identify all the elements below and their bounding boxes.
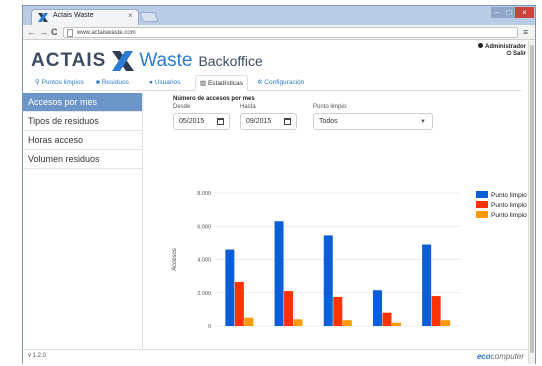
bar bbox=[333, 296, 343, 326]
browser-menu-button[interactable]: ≡ bbox=[523, 27, 528, 37]
bar bbox=[382, 312, 392, 326]
page-scrollbar[interactable] bbox=[528, 41, 535, 364]
scrollbar-thumb[interactable] bbox=[530, 45, 534, 353]
to-date-input[interactable]: 09/2015 bbox=[240, 113, 297, 130]
calendar-icon[interactable] bbox=[284, 118, 291, 125]
back-button[interactable]: ← bbox=[27, 26, 36, 38]
actais-logo-icon bbox=[112, 51, 135, 71]
bar bbox=[441, 320, 451, 326]
legend-label: Punto limpio C bbox=[491, 212, 528, 219]
bar bbox=[284, 291, 294, 326]
tab-close-icon[interactable]: × bbox=[128, 11, 133, 20]
reload-button[interactable]: C bbox=[51, 26, 58, 38]
browser-window: Actais Waste × – □ × ← → C www.actaiswas… bbox=[22, 5, 536, 364]
browser-tab[interactable]: Actais Waste × bbox=[31, 9, 139, 25]
y-tick-label: 0 bbox=[208, 324, 211, 330]
bar bbox=[225, 249, 235, 326]
y-tick-label: 2.000 bbox=[197, 291, 211, 297]
logout-link[interactable]: ⏻ Salir bbox=[478, 51, 526, 58]
company-logo[interactable]: ecocomputer bbox=[477, 352, 524, 361]
legend-swatch bbox=[476, 211, 488, 218]
browser-toolbar: ← → C www.actaiswaste.com ≡ bbox=[23, 25, 535, 40]
bar-chart-icon: ▥ bbox=[200, 80, 208, 87]
window-maximize-button[interactable]: □ bbox=[503, 7, 515, 18]
actais-favicon-icon bbox=[38, 13, 48, 22]
user-name[interactable]: Administrador bbox=[477, 43, 526, 51]
y-axis-title: Accesos bbox=[172, 248, 178, 272]
tab-title: Actais Waste bbox=[53, 12, 94, 19]
sidebar-item-tipos-de-residuos[interactable]: Tipos de residuos bbox=[23, 112, 142, 131]
app-version: v 1.2.0 bbox=[28, 353, 47, 359]
legend-swatch bbox=[476, 191, 488, 198]
window-close-button[interactable]: × bbox=[515, 7, 534, 18]
product-name: Waste bbox=[139, 50, 193, 71]
y-tick-label: 8.000 bbox=[197, 191, 211, 197]
from-date-input[interactable]: 05/2015 bbox=[173, 113, 230, 130]
user-icon bbox=[477, 43, 483, 48]
bar bbox=[431, 296, 441, 326]
legend-label: Punto limpio B bbox=[491, 202, 528, 209]
accesos-bar-chart: 02.0004.0006.0008.000Accesos2015/052015/… bbox=[172, 191, 528, 330]
sidebar-item-volumen-residuos[interactable]: Volumen residuos bbox=[23, 150, 142, 169]
filters-heading: Número de accesos por mes bbox=[173, 96, 255, 102]
y-tick-label: 4.000 bbox=[197, 258, 211, 264]
brand-name: ACTAIS bbox=[31, 50, 107, 71]
main-nav: ⚲ Puntos limpios ■ Residuos ● Usuarios ▥… bbox=[31, 75, 521, 91]
nav-item-residuos[interactable]: ■ Residuos bbox=[96, 78, 129, 88]
footer: v 1.2.0 ecocomputer bbox=[23, 349, 528, 364]
bar bbox=[293, 319, 303, 326]
app-subtitle: Backoffice bbox=[198, 53, 263, 69]
nav-item-usuarios[interactable]: ● Usuarios bbox=[149, 78, 180, 88]
map-marker-icon: ⚲ bbox=[35, 79, 42, 86]
bar bbox=[244, 317, 254, 326]
calendar-icon[interactable] bbox=[217, 118, 224, 125]
chevron-down-icon: ▼ bbox=[420, 119, 426, 125]
legend-swatch bbox=[476, 201, 488, 208]
bar bbox=[372, 290, 382, 326]
bar bbox=[274, 221, 284, 326]
point-label: Punto limpio: bbox=[313, 104, 348, 110]
legend-label: Punto limpio A bbox=[491, 192, 528, 199]
bar bbox=[323, 235, 333, 326]
from-label: Desde bbox=[173, 104, 191, 110]
nav-item-estadisticas[interactable]: ▥ Estadísticas bbox=[195, 75, 248, 91]
sidebar-item-accesos-por-mes[interactable]: Accesos por mes bbox=[23, 93, 142, 112]
point-select[interactable]: Todos ▼ bbox=[313, 113, 433, 130]
nav-item-puntos-limpios[interactable]: ⚲ Puntos limpios bbox=[35, 78, 84, 88]
bar bbox=[342, 320, 352, 326]
browser-tab-strip: Actais Waste × – □ × bbox=[23, 6, 535, 25]
bar bbox=[234, 281, 244, 326]
brand-logo[interactable]: ACTAIS Waste Backoffice bbox=[31, 49, 263, 73]
url-text: www.actaiswaste.com bbox=[77, 30, 136, 36]
sidebar: Accesos por mes Tipos de residuos Horas … bbox=[23, 93, 143, 349]
window-minimize-button[interactable]: – bbox=[491, 7, 503, 18]
to-label: Hasta bbox=[240, 104, 256, 110]
forward-button[interactable]: → bbox=[39, 26, 48, 38]
new-tab-button[interactable] bbox=[139, 12, 159, 22]
bar bbox=[422, 244, 432, 326]
page-icon bbox=[67, 29, 73, 37]
user-box: Administrador ⏻ Salir bbox=[477, 43, 526, 58]
page-content: ACTAIS Waste Backoffice Administrador ⏻ … bbox=[23, 41, 528, 364]
y-tick-label: 6.000 bbox=[197, 224, 211, 230]
bar bbox=[391, 322, 401, 326]
address-bar[interactable]: www.actaiswaste.com bbox=[63, 27, 518, 38]
sidebar-item-horas-acceso[interactable]: Horas acceso bbox=[23, 131, 142, 150]
nav-item-configuracion[interactable]: ✲ Configuración bbox=[257, 78, 304, 88]
